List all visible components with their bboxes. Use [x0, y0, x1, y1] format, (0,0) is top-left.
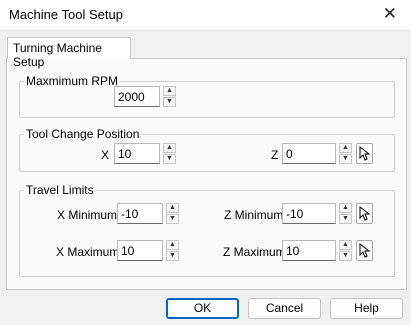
travel-limits-legend: Travel Limits	[26, 183, 94, 197]
spin-up-icon[interactable]: ▲	[166, 240, 179, 250]
z-maximum-label: Z Maximum	[223, 245, 286, 259]
spin-up-icon[interactable]: ▲	[163, 143, 176, 153]
ok-button[interactable]: OK	[166, 298, 239, 319]
help-button[interactable]: Help	[330, 298, 403, 319]
x-minimum-spinner[interactable]: ▲ ▼	[166, 203, 179, 224]
spin-down-icon[interactable]: ▼	[339, 251, 352, 261]
tool-change-x-input[interactable]: 10	[114, 143, 160, 164]
spin-up-icon[interactable]: ▲	[166, 203, 179, 213]
max-rpm-legend: Maxmimum RPM	[26, 74, 118, 88]
z-maximum-input[interactable]: 10	[282, 240, 336, 261]
x-maximum-label: X Maximum	[56, 245, 120, 259]
x-minimum-input[interactable]: -10	[117, 203, 163, 224]
tool-change-z-pick-button[interactable]	[356, 143, 373, 164]
title-bar: Machine Tool Setup ✕	[0, 0, 411, 31]
pointer-arrow-icon	[359, 206, 371, 221]
spin-down-icon[interactable]: ▼	[339, 214, 352, 224]
tool-change-x-spinner[interactable]: ▲ ▼	[163, 143, 176, 164]
spin-down-icon[interactable]: ▼	[163, 97, 176, 107]
z-maximum-spinner[interactable]: ▲ ▼	[339, 240, 352, 261]
max-rpm-group: Maxmimum RPM	[19, 74, 395, 118]
spin-down-icon[interactable]: ▼	[166, 214, 179, 224]
travel-limits-group: Travel Limits	[19, 183, 395, 277]
z-maximum-pick-button[interactable]	[356, 240, 373, 261]
x-maximum-spinner[interactable]: ▲ ▼	[166, 240, 179, 261]
spin-up-icon[interactable]: ▲	[163, 86, 176, 96]
z-minimum-input[interactable]: -10	[282, 203, 336, 224]
max-rpm-input[interactable]: 2000	[114, 86, 160, 107]
tab-turning-machine-setup[interactable]: Turning Machine Setup	[7, 37, 131, 69]
spin-up-icon[interactable]: ▲	[339, 143, 352, 153]
close-icon[interactable]: ✕	[383, 5, 397, 23]
tool-change-z-spinner[interactable]: ▲ ▼	[339, 143, 352, 164]
z-minimum-pick-button[interactable]	[356, 203, 373, 224]
x-maximum-input[interactable]: 10	[117, 240, 163, 261]
max-rpm-spinner[interactable]: ▲ ▼	[163, 86, 176, 107]
tool-change-legend: Tool Change Position	[26, 127, 140, 141]
x-minimum-label: X Minimum	[57, 208, 118, 222]
window-title: Machine Tool Setup	[9, 7, 123, 22]
spin-up-icon[interactable]: ▲	[339, 203, 352, 213]
spin-down-icon[interactable]: ▼	[339, 154, 352, 164]
tab-panel: Maxmimum RPM 2000 ▲ ▼ Tool Change Positi…	[6, 58, 407, 290]
cancel-button[interactable]: Cancel	[248, 298, 321, 319]
tool-change-z-input[interactable]: 0	[282, 143, 336, 164]
pointer-arrow-icon	[359, 146, 371, 161]
spin-up-icon[interactable]: ▲	[339, 240, 352, 250]
z-minimum-label: Z Minimum	[224, 208, 284, 222]
pointer-arrow-icon	[359, 243, 371, 258]
spin-down-icon[interactable]: ▼	[163, 154, 176, 164]
z-minimum-spinner[interactable]: ▲ ▼	[339, 203, 352, 224]
spin-down-icon[interactable]: ▼	[166, 251, 179, 261]
tab-label: Turning Machine Setup	[13, 41, 102, 69]
tool-change-x-label: X	[101, 148, 110, 162]
tool-change-z-label: Z	[271, 148, 279, 162]
